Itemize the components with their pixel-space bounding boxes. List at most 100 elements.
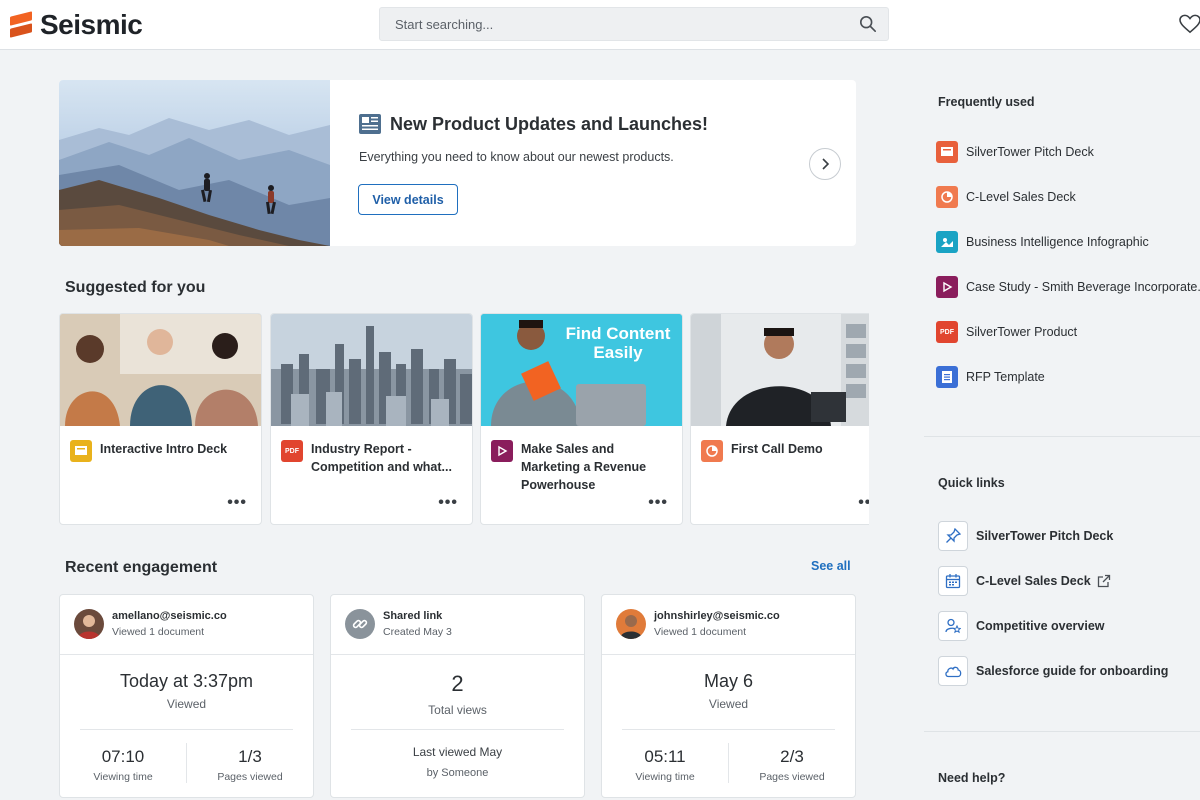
sidebar-divider: [924, 731, 1200, 732]
word-livedoc-icon: [936, 366, 958, 388]
card-thumbnail: [60, 314, 261, 426]
favorites-heart-icon[interactable]: [1179, 14, 1200, 34]
frequently-used-label: RFP Template: [966, 370, 1045, 384]
need-help-heading: Need help?: [938, 771, 1006, 785]
last-viewed-text: Last viewed May: [412, 745, 503, 759]
pages-viewed-stat: 2/3 Pages viewed: [729, 747, 855, 783]
livedoc-icon: [70, 440, 92, 462]
engagement-card-header: amellano@seismic.co Viewed 1 document: [60, 595, 313, 655]
frequently-used-item[interactable]: Case Study - Smith Beverage Incorporate.…: [936, 276, 1200, 298]
engagement-card[interactable]: amellano@seismic.co Viewed 1 document To…: [59, 594, 314, 798]
seismic-logo[interactable]: Seismic: [10, 9, 143, 41]
card-title: Make Sales and Marketing a Revenue Power…: [521, 442, 647, 492]
suggested-card[interactable]: PDF Industry Report - Competition and wh…: [270, 313, 473, 525]
stat-value: 1/3: [238, 747, 262, 766]
engagement-main-label: Viewed: [708, 697, 749, 711]
quick-link-label: C-Level Sales Deck: [976, 574, 1091, 588]
engagement-user: amellano@seismic.co: [112, 610, 227, 622]
stat-label: Pages viewed: [759, 771, 825, 783]
frequently-used-label: Business Intelligence Infographic: [966, 235, 1149, 249]
search-icon[interactable]: [859, 15, 877, 33]
frequently-used-label: Case Study - Smith Beverage Incorporate.…: [966, 280, 1200, 294]
stat-value: 05:11: [644, 747, 686, 766]
frequently-used-item[interactable]: PDF SilverTower Product: [936, 321, 1077, 343]
hero-title-row: New Product Updates and Launches!: [358, 112, 708, 136]
hero-subtitle: Everything you need to know about our ne…: [359, 150, 674, 164]
search-box[interactable]: [379, 7, 889, 41]
card-body: Make Sales and Marketing a Revenue Power…: [491, 440, 672, 494]
stat-label: Viewing time: [635, 771, 695, 783]
engagement-card-header: Shared link Created May 3: [331, 595, 584, 655]
frequently-used-item[interactable]: Business Intelligence Infographic: [936, 231, 1149, 253]
hero-next-button[interactable]: [809, 148, 841, 180]
viewing-time-stat: 05:11 Viewing time: [602, 747, 728, 783]
frequently-used-item[interactable]: SilverTower Pitch Deck: [936, 141, 1094, 163]
stat-label: Viewing time: [93, 771, 153, 783]
search-input[interactable]: [380, 8, 850, 40]
stat-label: Pages viewed: [217, 771, 283, 783]
engagement-card[interactable]: johnshirley@seismic.co Viewed 1 document…: [601, 594, 856, 798]
engagement-main-label: Total views: [428, 703, 487, 717]
quick-link-label: Competitive overview: [976, 619, 1105, 633]
pdf-icon: PDF: [281, 440, 303, 462]
engagement-action: Viewed 1 document: [654, 626, 747, 638]
quick-link-item[interactable]: Competitive overview: [938, 611, 1105, 641]
stat-value: 2/3: [780, 747, 804, 766]
seismic-logo-mark-icon: [10, 11, 34, 39]
card-thumbnail: [691, 314, 869, 426]
divider: [80, 729, 293, 730]
more-options-icon[interactable]: •••: [648, 494, 668, 512]
card-title: Interactive Intro Deck: [100, 442, 228, 456]
quick-link-item[interactable]: C-Level Sales Deck: [938, 566, 1111, 596]
hero-mountain-image: [59, 80, 330, 246]
suggested-cards: Interactive Intro Deck ••• PDF Industry …: [59, 313, 869, 526]
external-link-icon: [1097, 574, 1110, 588]
frequently-used-label: SilverTower Pitch Deck: [966, 145, 1094, 159]
suggested-heading: Suggested for you: [65, 279, 206, 296]
avatar: [616, 609, 646, 639]
more-options-icon[interactable]: •••: [858, 494, 869, 512]
presentation-icon: [936, 186, 958, 208]
suggested-card[interactable]: First Call Demo •••: [690, 313, 869, 525]
frequently-used-item[interactable]: C-Level Sales Deck: [936, 186, 1076, 208]
engagement-main-value: Today at 3:37pm: [119, 671, 254, 691]
card-thumbnail: [271, 314, 472, 426]
livedoc-icon: [936, 141, 958, 163]
frequently-used-label: SilverTower Product: [966, 325, 1078, 339]
card-body: Interactive Intro Deck: [70, 440, 251, 462]
calendar-icon: [938, 566, 968, 596]
stat-value: 07:10: [101, 747, 145, 766]
pages-viewed-stat: 1/3 Pages viewed: [187, 747, 313, 783]
see-all-link[interactable]: See all: [811, 559, 851, 573]
presentation-icon: [701, 440, 723, 462]
engagement-action: Created May 3: [383, 626, 452, 638]
link-icon: [345, 609, 375, 639]
pin-icon: [938, 521, 968, 551]
chevron-right-icon: [822, 158, 830, 170]
quick-link-item[interactable]: SilverTower Pitch Deck: [938, 521, 1113, 551]
engagement-main-value: May 6: [703, 671, 754, 691]
view-details-button[interactable]: View details: [358, 184, 458, 215]
user-star-icon: [938, 611, 968, 641]
recent-engagement-heading: Recent engagement: [65, 559, 218, 576]
newspaper-icon: [359, 114, 381, 134]
frequently-used-label: C-Level Sales Deck: [966, 190, 1076, 204]
card-body: PDF Industry Report - Competition and wh…: [281, 440, 462, 476]
quick-link-item[interactable]: Salesforce guide for onboarding: [938, 656, 1168, 686]
engagement-card[interactable]: Shared link Created May 3 2 Total views …: [330, 594, 585, 798]
more-options-icon[interactable]: •••: [438, 494, 458, 512]
pdf-icon: PDF: [936, 321, 958, 343]
engagement-action: Viewed 1 document: [112, 626, 205, 638]
quick-link-label: Salesforce guide for onboarding: [976, 664, 1169, 678]
suggested-card[interactable]: Find Content Easily Make Sales and Marke…: [480, 313, 683, 525]
card-title: Industry Report - Competition and what..…: [311, 442, 452, 474]
card-thumbnail: Find Content Easily: [481, 314, 682, 426]
video-icon: [936, 276, 958, 298]
last-viewed-by-text: by Someone: [426, 767, 489, 779]
frequently-used-item[interactable]: RFP Template: [936, 366, 1045, 388]
quick-links-heading: Quick links: [938, 476, 1005, 490]
suggested-card[interactable]: Interactive Intro Deck •••: [59, 313, 262, 525]
logo-text: Seismic: [40, 9, 143, 40]
engagement-user: johnshirley@seismic.co: [654, 610, 780, 622]
more-options-icon[interactable]: •••: [227, 494, 247, 512]
